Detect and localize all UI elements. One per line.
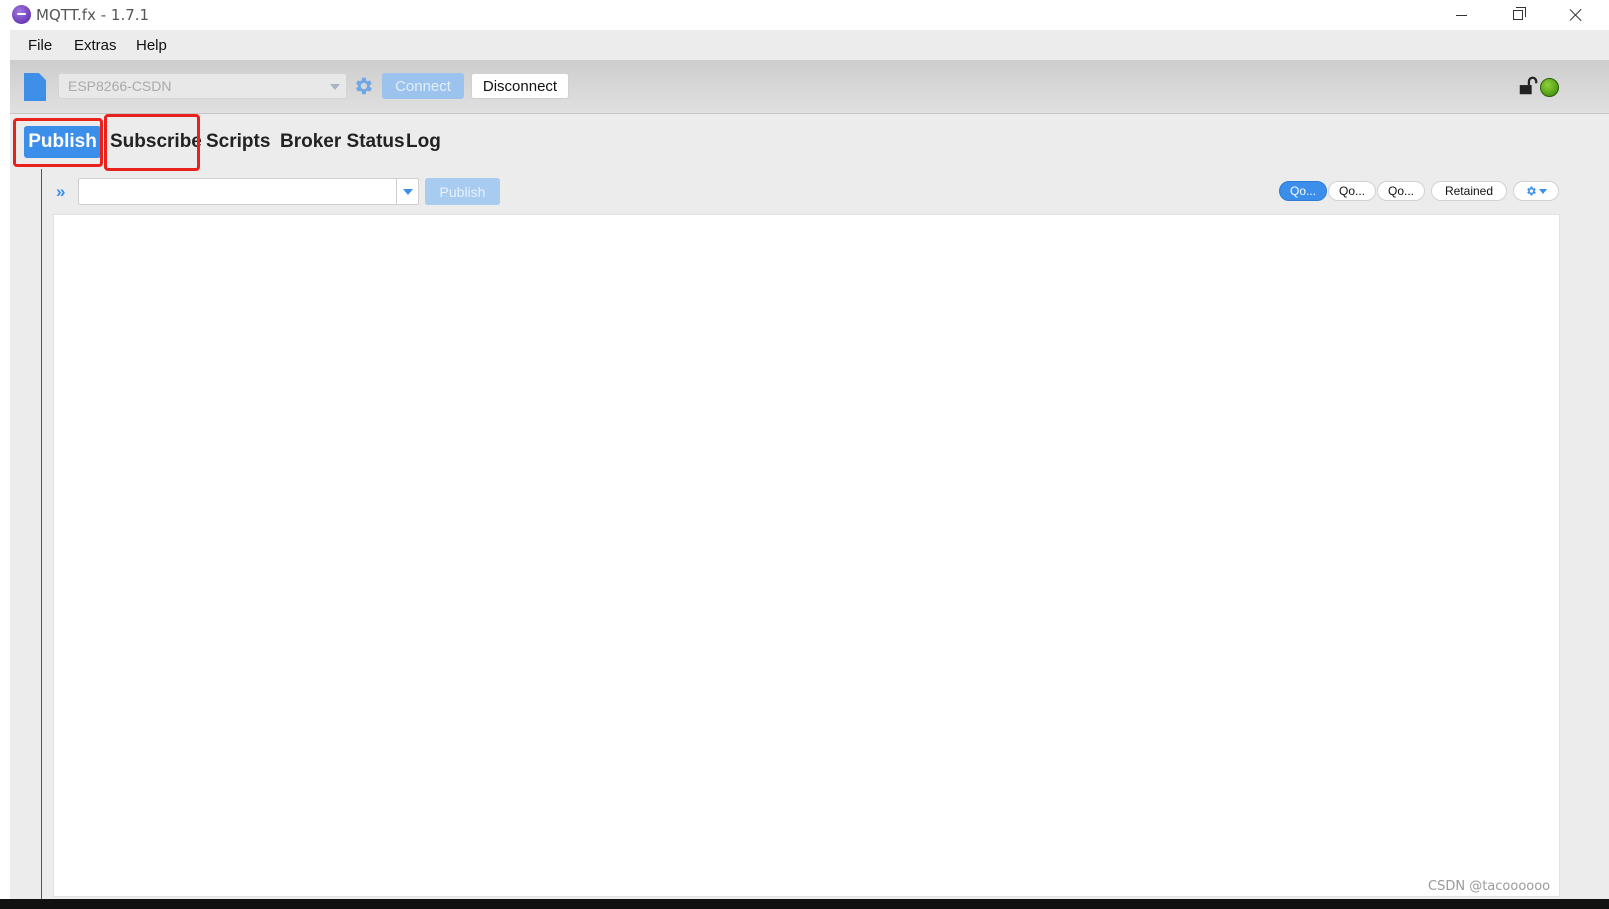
qos1-toggle[interactable]: Qo... (1328, 181, 1376, 201)
topic-dropdown-button[interactable] (396, 179, 418, 204)
restore-icon (1513, 7, 1526, 20)
retained-toggle[interactable]: Retained (1431, 181, 1507, 201)
qos2-toggle[interactable]: Qo... (1377, 181, 1425, 201)
unlock-icon (1519, 76, 1538, 95)
tab-publish[interactable]: Publish (24, 126, 101, 158)
menu-extras[interactable]: Extras (74, 37, 117, 54)
minimize-button[interactable] (1438, 0, 1484, 30)
connection-status-indicator (1540, 78, 1559, 97)
mqttfx-app-icon (12, 5, 31, 24)
main-tabs: Publish Subscribe Scripts Broker Status … (10, 114, 1609, 171)
app-frame: File Extras Help ESP8266-CSDN Connect Di… (10, 30, 1609, 899)
expand-history-icon[interactable]: » (56, 182, 65, 202)
file-icon[interactable] (24, 73, 46, 101)
gear-icon[interactable] (352, 75, 374, 97)
connection-toolbar: ESP8266-CSDN Connect Disconnect (10, 60, 1609, 114)
tab-log[interactable]: Log (406, 126, 441, 158)
connection-profile-value: ESP8266-CSDN (68, 78, 172, 94)
tab-broker-status[interactable]: Broker Status (280, 126, 405, 158)
taskbar-edge (0, 899, 1609, 909)
watermark: CSDN @tacoooooo (1428, 879, 1551, 894)
topic-combobox[interactable] (78, 178, 419, 205)
tab-subscribe[interactable]: Subscribe (110, 126, 202, 158)
disconnect-button[interactable]: Disconnect (471, 73, 569, 99)
close-icon (1569, 8, 1583, 22)
chevron-down-icon (1539, 188, 1547, 194)
payload-editor[interactable] (53, 214, 1560, 897)
chevron-down-icon (330, 84, 340, 90)
restore-button[interactable] (1495, 0, 1541, 30)
qos0-toggle[interactable]: Qo... (1279, 181, 1327, 201)
gear-icon (1527, 186, 1536, 196)
window-title: MQTT.fx - 1.7.1 (36, 6, 150, 24)
menu-bar: File Extras Help (10, 30, 1609, 60)
connect-button[interactable]: Connect (382, 73, 464, 99)
side-divider (41, 169, 42, 899)
title-bar: MQTT.fx - 1.7.1 (0, 0, 1609, 30)
connection-profile-select[interactable]: ESP8266-CSDN (58, 73, 347, 99)
topic-input[interactable] (79, 179, 389, 204)
tab-scripts[interactable]: Scripts (206, 126, 270, 158)
publish-options-button[interactable] (1513, 181, 1559, 201)
chevron-down-icon (403, 189, 413, 195)
publish-button[interactable]: Publish (425, 178, 500, 205)
menu-help[interactable]: Help (136, 37, 167, 54)
close-button[interactable] (1553, 0, 1599, 30)
menu-file[interactable]: File (28, 37, 52, 54)
minimize-icon (1455, 14, 1467, 16)
payload-textarea[interactable] (54, 215, 1559, 896)
